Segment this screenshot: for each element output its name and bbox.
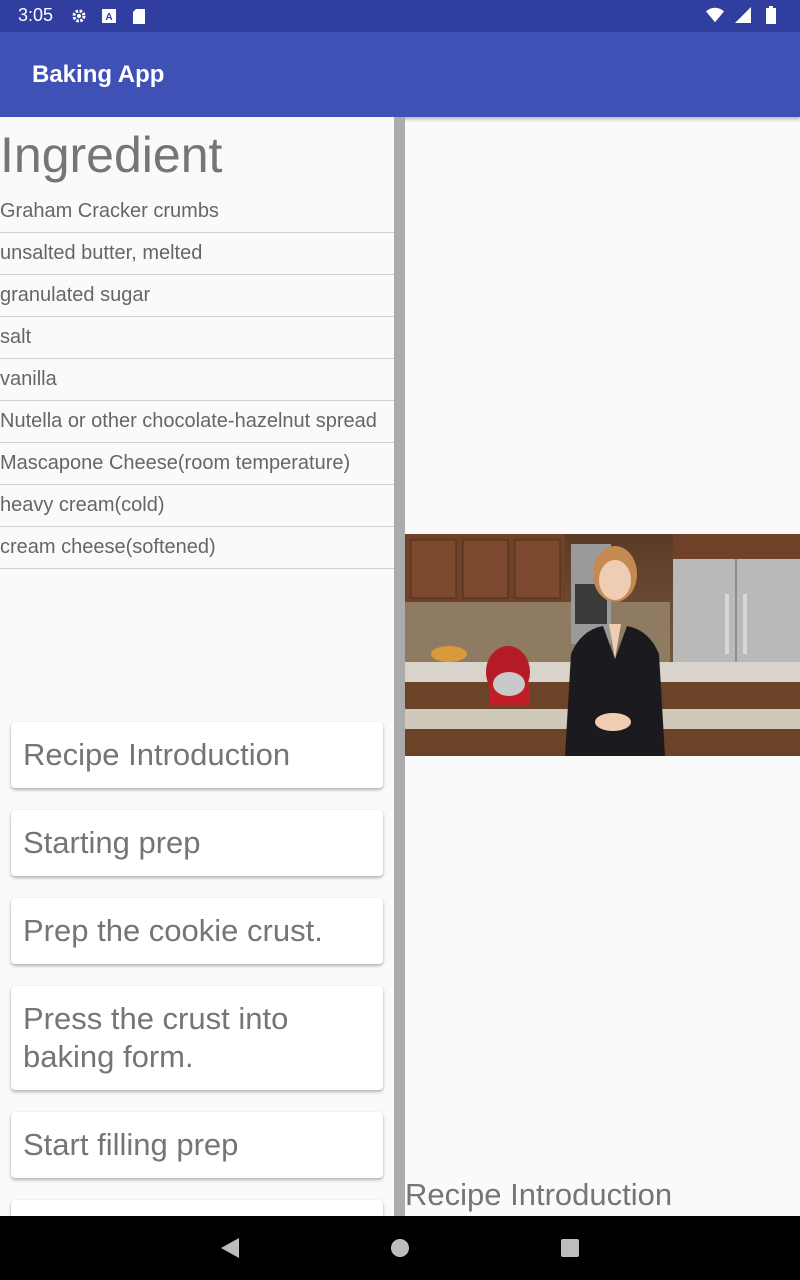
ingredient-item: Mascapone Cheese(room temperature) bbox=[0, 443, 394, 485]
app-bar: Baking App bbox=[0, 32, 800, 117]
navigation-bar bbox=[0, 1216, 800, 1280]
ingredient-item: salt bbox=[0, 317, 394, 359]
status-time: 3:05 bbox=[18, 5, 54, 25]
recipe-master-panel[interactable]: Ingredient Graham Cracker crumbs unsalte… bbox=[0, 117, 394, 1216]
step-card-start-filling-prep[interactable]: Start filling prep bbox=[11, 1112, 383, 1178]
battery-icon bbox=[762, 6, 780, 24]
svg-text:A: A bbox=[105, 12, 112, 23]
ingredient-item: Nutella or other chocolate-hazelnut spre… bbox=[0, 401, 394, 443]
a-icon: A bbox=[100, 7, 118, 25]
video-frame-image bbox=[405, 534, 800, 756]
step-card-press-crust[interactable]: Press the crust into baking form. bbox=[11, 986, 383, 1090]
ingredient-heading: Ingredient bbox=[0, 127, 223, 183]
ingredient-item: vanilla bbox=[0, 359, 394, 401]
ingredient-list: Graham Cracker crumbs unsalted butter, m… bbox=[0, 199, 394, 569]
ingredient-item: granulated sugar bbox=[0, 275, 394, 317]
ingredient-item: Graham Cracker crumbs bbox=[0, 199, 394, 233]
step-card-finish-filling-prep[interactable]: Finish filling prep bbox=[11, 1200, 383, 1216]
home-icon[interactable] bbox=[386, 1234, 414, 1262]
signal-icon bbox=[734, 6, 752, 24]
step-list: Recipe Introduction Starting prep Prep t… bbox=[11, 722, 383, 1216]
gear-icon bbox=[70, 7, 88, 25]
recents-icon[interactable] bbox=[556, 1234, 584, 1262]
ingredient-item: unsalted butter, melted bbox=[0, 233, 394, 275]
app-title: Baking App bbox=[32, 61, 165, 88]
status-bar: 3:05 A bbox=[0, 0, 800, 32]
back-icon[interactable] bbox=[216, 1234, 244, 1262]
ingredient-item: heavy cream(cold) bbox=[0, 485, 394, 527]
video-player[interactable] bbox=[405, 534, 800, 756]
panel-divider bbox=[394, 117, 405, 1216]
step-card-prep-cookie-crust[interactable]: Prep the cookie crust. bbox=[11, 898, 383, 964]
ingredient-item: cream cheese(softened) bbox=[0, 527, 394, 569]
step-detail-title: Recipe Introduction bbox=[405, 1177, 673, 1212]
wifi-icon bbox=[706, 6, 724, 24]
step-detail-panel: Recipe Introduction bbox=[405, 117, 800, 1216]
step-card-starting-prep[interactable]: Starting prep bbox=[11, 810, 383, 876]
sd-card-icon bbox=[130, 7, 148, 25]
step-card-recipe-introduction[interactable]: Recipe Introduction bbox=[11, 722, 383, 788]
